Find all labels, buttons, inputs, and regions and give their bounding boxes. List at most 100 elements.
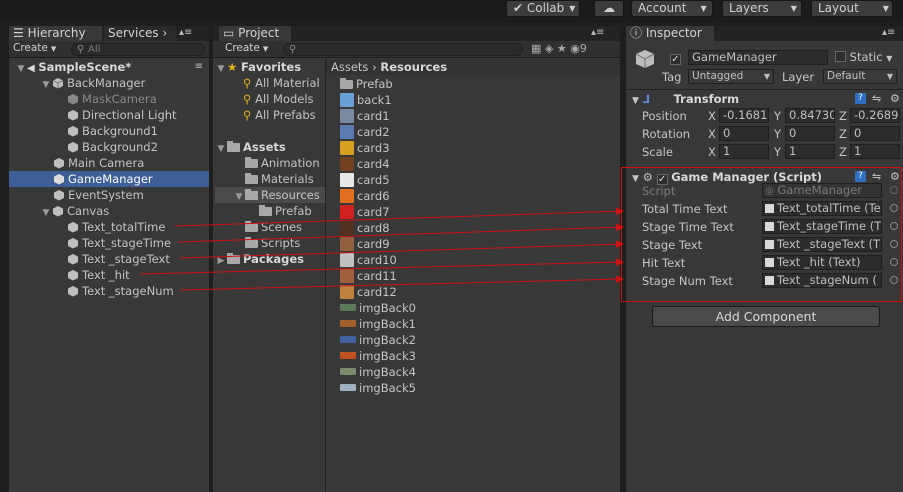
file-item[interactable]: card1 bbox=[340, 108, 490, 124]
object-picker-icon[interactable] bbox=[890, 204, 898, 212]
layers-dropdown[interactable]: Layers ▼ bbox=[722, 0, 802, 17]
tag-dropdown[interactable]: Untagged ▼ bbox=[688, 69, 774, 84]
position-z-field[interactable]: -0.2689 bbox=[850, 108, 900, 123]
project-create-button[interactable]: Create ▼ bbox=[225, 42, 268, 54]
panel-menu-icon[interactable]: ▴≡ bbox=[179, 27, 192, 38]
hierarchy-item[interactable]: Background2 bbox=[9, 139, 209, 155]
transform-header[interactable]: ▼ ⅃ Transform ? ⇋ ⚙ bbox=[632, 91, 900, 107]
preset-icon[interactable]: ⇋ bbox=[872, 91, 881, 107]
hierarchy-item[interactable]: Text _stageText bbox=[9, 251, 209, 267]
file-item[interactable]: card7 bbox=[340, 204, 490, 220]
tree-assets[interactable]: ▼ Assets bbox=[215, 139, 325, 155]
object-picker-icon[interactable] bbox=[890, 276, 898, 284]
object-name-field[interactable]: GameManager bbox=[688, 50, 828, 65]
collab-button[interactable]: ✔ Collab ▼ bbox=[506, 0, 580, 17]
total-time-text-field[interactable]: Text_totalTime (Te bbox=[762, 201, 882, 216]
add-component-button[interactable]: Add Component bbox=[652, 306, 880, 327]
filter-type-icon[interactable]: ▦ bbox=[531, 42, 541, 55]
hierarchy-item[interactable]: Text_totalTime bbox=[9, 219, 209, 235]
stage-time-text-field[interactable]: Text_stageTime (T bbox=[762, 219, 882, 234]
object-picker-icon[interactable] bbox=[890, 258, 898, 266]
layer-dropdown[interactable]: Default ▼ bbox=[823, 69, 897, 84]
cloud-button[interactable]: ☁ bbox=[594, 0, 624, 17]
tree-item[interactable]: ⚲ All Material bbox=[215, 75, 325, 91]
file-item[interactable]: card8 bbox=[340, 220, 490, 236]
tree-favorites[interactable]: ▼ ★ Favorites bbox=[215, 59, 325, 75]
hierarchy-create-button[interactable]: Create ▼ bbox=[13, 42, 56, 54]
object-picker-icon[interactable] bbox=[890, 240, 898, 248]
breadcrumb-current[interactable]: Resources bbox=[380, 60, 447, 74]
rotation-z-field[interactable]: 0 bbox=[850, 126, 900, 141]
file-item[interactable]: card12 bbox=[340, 284, 490, 300]
file-item[interactable]: card2 bbox=[340, 124, 490, 140]
hierarchy-item[interactable]: Text _stageNum bbox=[9, 283, 209, 299]
active-toggle[interactable]: ✓ bbox=[670, 50, 681, 65]
tab-inspector[interactable]: ⓘ Inspector bbox=[626, 26, 714, 41]
scene-row[interactable]: ▼ ◀ SampleScene* ≡ bbox=[9, 59, 209, 75]
scale-y-field[interactable]: 1 bbox=[785, 144, 835, 159]
gear-icon[interactable]: ⚙ bbox=[890, 91, 900, 107]
position-y-field[interactable]: 0.84730 bbox=[785, 108, 835, 123]
tree-item[interactable]: Scripts bbox=[215, 235, 325, 251]
hierarchy-item[interactable]: Directional Light bbox=[9, 107, 209, 123]
file-item[interactable]: card9 bbox=[340, 236, 490, 252]
tree-item[interactable]: Scenes bbox=[215, 219, 325, 235]
file-item[interactable]: imgBack5 bbox=[340, 380, 490, 396]
star-icon[interactable]: ★ bbox=[557, 42, 567, 55]
tab-services[interactable]: Services › bbox=[104, 26, 176, 41]
account-dropdown[interactable]: Account ▼ bbox=[631, 0, 713, 17]
hierarchy-item[interactable]: ▼ Canvas bbox=[9, 203, 209, 219]
scale-z-field[interactable]: 1 bbox=[850, 144, 900, 159]
stage-num-text-field[interactable]: Text _stageNum ( bbox=[762, 273, 882, 288]
panel-menu-icon[interactable]: ▴≡ bbox=[882, 27, 895, 38]
help-icon[interactable]: ? bbox=[855, 171, 866, 182]
project-search-input[interactable]: ⚲ bbox=[283, 43, 523, 56]
tree-item[interactable]: Materials bbox=[215, 171, 325, 187]
file-item[interactable]: imgBack2 bbox=[340, 332, 490, 348]
tree-packages[interactable]: ▶ Packages bbox=[215, 251, 325, 267]
tab-hierarchy[interactable]: ☰ Hierarchy bbox=[9, 26, 102, 41]
file-item[interactable]: back1 bbox=[340, 92, 490, 108]
stage-text-field[interactable]: Text _stageText (T bbox=[762, 237, 882, 252]
hierarchy-item-selected[interactable]: GameManager bbox=[9, 171, 209, 187]
tag-icon[interactable]: ◈ bbox=[545, 42, 553, 55]
static-checkbox[interactable] bbox=[835, 51, 846, 62]
hierarchy-item[interactable]: Main Camera bbox=[9, 155, 209, 171]
tree-item[interactable]: ⚲ All Prefabs bbox=[215, 107, 325, 123]
tab-project[interactable]: ▭ Project bbox=[219, 26, 291, 41]
file-item[interactable]: card4 bbox=[340, 156, 490, 172]
file-item[interactable]: card11 bbox=[340, 268, 490, 284]
file-item[interactable]: card5 bbox=[340, 172, 490, 188]
rotation-x-field[interactable]: 0 bbox=[719, 126, 769, 141]
hierarchy-item[interactable]: ▼ BackManager bbox=[9, 75, 209, 91]
rotation-y-field[interactable]: 0 bbox=[785, 126, 835, 141]
file-item[interactable]: card10 bbox=[340, 252, 490, 268]
scene-menu-icon[interactable]: ≡ bbox=[195, 59, 203, 75]
file-item[interactable]: card6 bbox=[340, 188, 490, 204]
file-item[interactable]: imgBack4 bbox=[340, 364, 490, 380]
scale-x-field[interactable]: 1 bbox=[719, 144, 769, 159]
help-icon[interactable]: ? bbox=[855, 93, 866, 104]
hierarchy-item[interactable]: Text_stageTime bbox=[9, 235, 209, 251]
hierarchy-item[interactable]: EventSystem bbox=[9, 187, 209, 203]
hierarchy-item[interactable]: MaskCamera bbox=[9, 91, 209, 107]
breadcrumb-root[interactable]: Assets bbox=[331, 60, 368, 74]
eye-hidden-icon[interactable]: ◉ bbox=[570, 42, 580, 55]
hierarchy-item[interactable]: Text _hit bbox=[9, 267, 209, 283]
hierarchy-item[interactable]: Background1 bbox=[9, 123, 209, 139]
hit-text-field[interactable]: Text _hit (Text) bbox=[762, 255, 882, 270]
file-item[interactable]: card3 bbox=[340, 140, 490, 156]
file-item[interactable]: imgBack3 bbox=[340, 348, 490, 364]
object-picker-icon[interactable] bbox=[890, 222, 898, 230]
position-x-field[interactable]: -0.1681 bbox=[719, 108, 769, 123]
static-toggle[interactable]: Static ▼ bbox=[835, 50, 892, 64]
layout-dropdown[interactable]: Layout ▼ bbox=[811, 0, 893, 17]
tree-item[interactable]: ⚲ All Models bbox=[215, 91, 325, 107]
file-item[interactable]: imgBack1 bbox=[340, 316, 490, 332]
tree-item-selected[interactable]: ▼ Resources bbox=[215, 187, 325, 203]
tree-item[interactable]: Prefab bbox=[215, 203, 325, 219]
gear-icon[interactable]: ⚙ bbox=[890, 169, 900, 185]
file-item[interactable]: Prefab bbox=[340, 76, 490, 92]
panel-menu-icon[interactable]: ▴≡ bbox=[591, 27, 604, 38]
hierarchy-search-input[interactable]: ⚲ All bbox=[71, 43, 205, 56]
